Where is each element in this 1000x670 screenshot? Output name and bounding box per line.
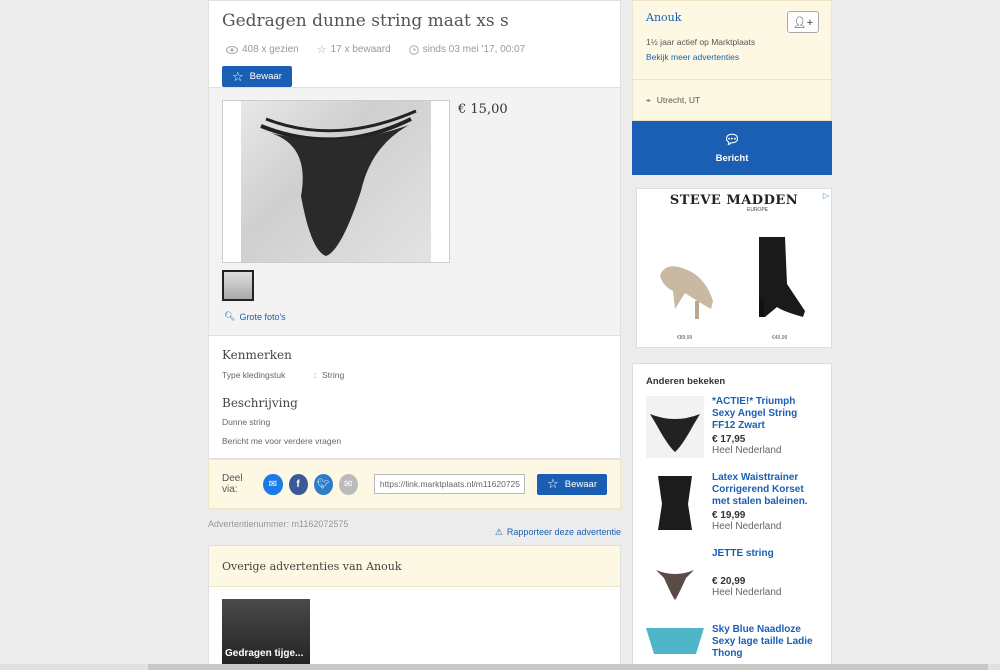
message-label: Bericht	[715, 153, 749, 164]
item-location: Heel Nederland	[712, 445, 782, 456]
ad-price: €89,99	[677, 335, 693, 341]
ad-brand: STEVE MADDEN	[669, 193, 799, 208]
add-user-icon: 👤︎+	[792, 16, 814, 29]
list-item[interactable]: Latex Waisttrainer Corrigerend Korset me…	[646, 472, 818, 542]
email-icon[interactable]: ✉︎	[338, 473, 358, 495]
listing-date: sinds 03 mei '17, 00:07	[422, 44, 526, 55]
gallery: € 15,00 🔍︎ Grote foto's	[208, 88, 621, 336]
warning-icon: ⚠︎	[494, 526, 503, 537]
facebook-icon[interactable]: f	[288, 473, 308, 495]
scrollbar-thumb[interactable]	[148, 664, 988, 670]
ad-number: Advertentienummer: m1162072575	[208, 519, 349, 529]
item-location: Heel Nederland	[712, 521, 782, 532]
report-link[interactable]: ⚠︎ Rapporteer deze advertentie	[495, 519, 621, 545]
item-image	[646, 548, 704, 610]
share-label: Deel via:	[222, 473, 243, 495]
star-icon: ☆	[316, 44, 327, 56]
save-label: Bewaar	[564, 478, 597, 490]
item-title[interactable]: JETTE string	[712, 548, 782, 560]
others-viewed-heading: Anderen bekeken	[646, 376, 726, 387]
clock-icon	[408, 44, 419, 55]
photo-thumbnail[interactable]	[222, 270, 254, 301]
main-column: Gedragen dunne string maat xs s 408 x ge…	[208, 0, 621, 668]
more-ads-link[interactable]: Bekijk meer advertenties	[646, 52, 818, 62]
item-title[interactable]: *ACTIE!* Triumph Sexy Angel String FF12 …	[712, 396, 818, 432]
horizontal-scrollbar[interactable]	[0, 664, 1000, 670]
big-photos-link[interactable]: 🔍︎ Grote foto's	[224, 311, 286, 322]
save-label: Bewaar	[249, 71, 282, 82]
item-image	[646, 396, 704, 458]
big-photos-label: Grote foto's	[239, 311, 286, 322]
feature-row: Type kledingstuk : String	[222, 370, 607, 380]
follow-seller-button[interactable]: 👤︎+	[787, 11, 819, 33]
star-icon: ☆	[547, 476, 559, 491]
share-link-input[interactable]: https://link.marktplaats.nl/m11620725	[373, 474, 526, 494]
advertisement-banner[interactable]: ▷ STEVE MADDEN EUROPE €89,99 €49,99	[636, 188, 832, 348]
saved-count: 17 x bewaard	[330, 44, 391, 55]
shoe-image	[660, 266, 713, 319]
other-ads-heading: Overige advertenties van Anouk	[209, 546, 620, 587]
item-price: € 17,95	[712, 434, 746, 445]
other-ad-card[interactable]: Gedragen tijge...	[222, 599, 310, 667]
views-stat: 408 x gezien	[226, 43, 299, 56]
item-price: € 20,99	[712, 576, 746, 587]
side-column: Anouk 👤︎+ 1½ jaar actief op Marktplaats …	[632, 0, 832, 670]
zoom-icon: 🔍︎	[224, 311, 236, 321]
seller-location: ⌖ Utrecht, UT	[633, 80, 831, 120]
save-button[interactable]: ☆ Bewaar	[222, 66, 292, 87]
item-image	[646, 472, 704, 534]
list-item[interactable]: JETTE string € 20,99 Heel Nederland	[646, 548, 818, 618]
saved-stat: ☆ 17 x bewaard	[317, 43, 391, 56]
ad-meta: Advertentienummer: m1162072575 ⚠︎ Rappor…	[208, 509, 621, 545]
message-button[interactable]: 💬︎ Bericht	[632, 121, 832, 175]
chat-icon: 💬︎	[723, 132, 741, 147]
string-photo-image	[260, 109, 417, 256]
eye-icon	[226, 45, 238, 54]
listing-price: € 15,00	[458, 102, 508, 117]
location-pin-icon: ⌖	[646, 94, 651, 105]
report-label: Rapporteer deze advertentie	[506, 527, 621, 537]
item-location: Heel Nederland	[712, 587, 782, 598]
item-price: € 19,99	[712, 510, 746, 521]
location-label: Utrecht, UT	[656, 95, 701, 105]
item-title[interactable]: Latex Waisttrainer Corrigerend Korset me…	[712, 472, 818, 508]
details-section: Kenmerken Type kledingstuk : String Besc…	[208, 336, 621, 459]
others-viewed-section: Anderen bekeken *ACTIE!* Triumph Sexy An…	[632, 363, 832, 670]
feature-value: String	[322, 370, 345, 380]
description-heading: Beschrijving	[222, 396, 298, 410]
boot-image	[759, 237, 805, 317]
messenger-icon[interactable]: ✉︎	[263, 473, 283, 495]
date-stat: sinds 03 mei '17, 00:07	[408, 43, 526, 56]
listing-header: Gedragen dunne string maat xs s 408 x ge…	[208, 0, 621, 88]
ad-price: €49,99	[772, 335, 788, 341]
list-item[interactable]: *ACTIE!* Triumph Sexy Angel String FF12 …	[646, 396, 818, 466]
main-photo[interactable]	[222, 100, 450, 263]
seller-active: 1½ jaar actief op Marktplaats	[646, 37, 756, 47]
features-heading: Kenmerken	[222, 348, 292, 362]
page: Gedragen dunne string maat xs s 408 x ge…	[0, 0, 1000, 670]
other-ads-section: Overige advertenties van Anouk Gedragen …	[208, 545, 621, 668]
description-line: Bericht me voor verdere vragen	[222, 436, 342, 446]
share-bar: Deel via: ✉︎ f 🐦︎ ✉︎ https://link.marktp…	[208, 459, 621, 509]
star-icon: ☆	[232, 68, 244, 84]
listing-title: Gedragen dunne string maat xs s	[222, 11, 509, 31]
listing-stats: 408 x gezien ☆ 17 x bewaard sinds 03 mei…	[222, 43, 607, 56]
ad-sub: EUROPE	[747, 207, 769, 213]
save-button-share[interactable]: ☆ Bewaar	[537, 473, 607, 495]
item-title[interactable]: Sky Blue Naadloze Sexy lage taille Ladie…	[712, 624, 818, 660]
seller-card: Anouk 👤︎+ 1½ jaar actief op Marktplaats …	[632, 0, 832, 121]
feature-key: Type kledingstuk	[222, 370, 286, 380]
feature-separator: :	[314, 370, 317, 380]
description-line: Dunne string	[222, 417, 271, 427]
other-ad-caption: Gedragen tijge...	[225, 648, 304, 659]
views-count: 408 x gezien	[242, 44, 299, 55]
twitter-icon[interactable]: 🐦︎	[313, 473, 333, 495]
